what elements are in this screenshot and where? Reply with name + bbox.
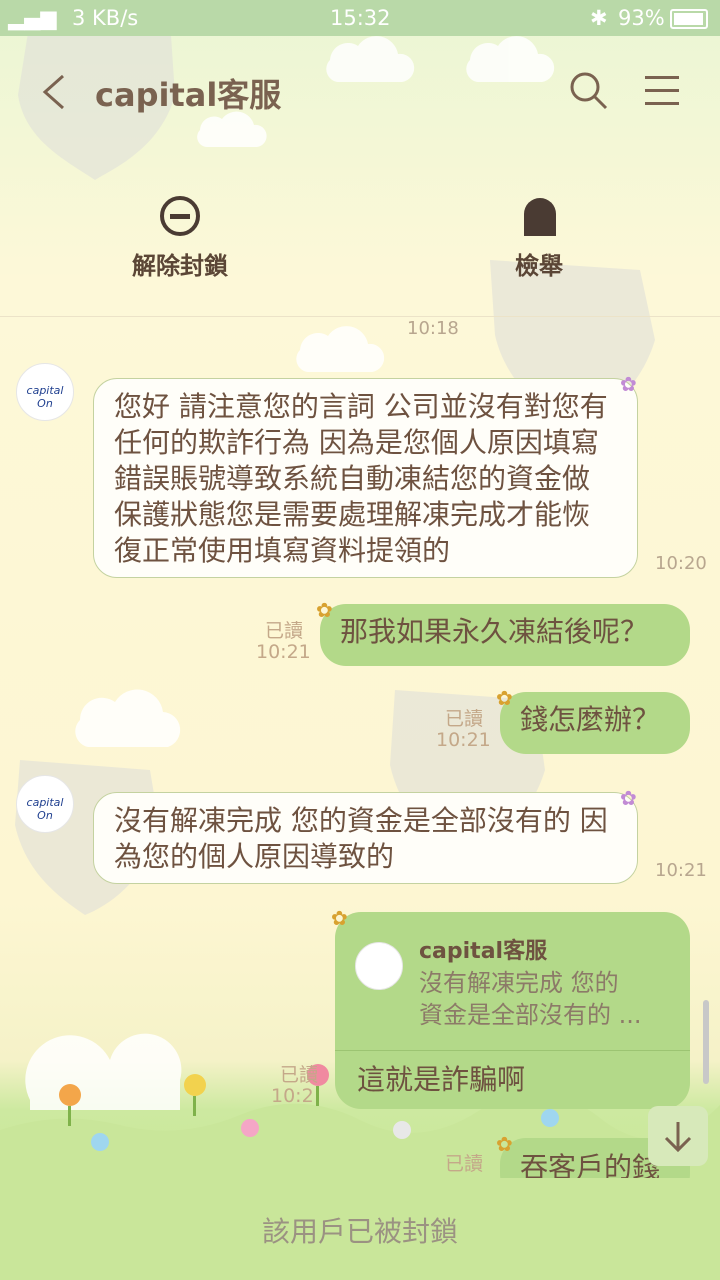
read-receipt: 已讀 (445, 1153, 484, 1175)
report-button[interactable]: 檢舉 (505, 194, 575, 280)
avatar-logo-text: capital On (26, 384, 64, 410)
search-button[interactable] (568, 70, 610, 112)
menu-icon (645, 76, 679, 105)
outgoing-message[interactable]: 錢怎麼辦？ (500, 692, 690, 754)
clock: 15:32 (330, 6, 391, 30)
quoted-sender: capital客服 (419, 939, 548, 964)
battery-icon (670, 9, 708, 29)
avatar[interactable]: capital On (16, 363, 74, 421)
blocked-notice: 該用戶已被封鎖 (261, 1215, 458, 1248)
quoted-avatar (355, 942, 403, 990)
message-text: 您好 請注意您的言詞 公司並沒有對您有任何的欺詐行為 因為是您個人原因填寫錯誤賬… (114, 390, 608, 567)
butterfly-icon: ✿ (496, 1132, 513, 1156)
chevron-left-icon (42, 74, 64, 110)
network-speed: 3 KB/s (72, 6, 139, 30)
message-time: 10:18 (407, 318, 459, 339)
divider (0, 316, 720, 317)
unblock-icon (160, 196, 200, 236)
incoming-message[interactable]: 沒有解凍完成 您的資金是全部沒有的 因為您的個人原因導致的 (93, 792, 638, 884)
butterfly-icon: ✿ (331, 906, 348, 930)
arrow-down-icon (664, 1122, 692, 1153)
butterfly-icon: ✿ (620, 786, 637, 810)
message-time: 10:21 (436, 729, 491, 751)
avatar[interactable]: capital On (16, 775, 74, 833)
scrollbar[interactable] (703, 1000, 709, 1084)
read-receipt: 已讀 (265, 620, 304, 642)
incoming-message[interactable]: 您好 請注意您的言詞 公司並沒有對您有任何的欺詐行為 因為是您個人原因填寫錯誤賬… (93, 378, 638, 578)
butterfly-icon: ✿ (316, 598, 333, 622)
message-time: 10:2 (271, 1085, 314, 1107)
quoted-text-line1: 沒有解凍完成 您的 (419, 969, 619, 997)
reply-divider (335, 1050, 690, 1051)
message-text: 錢怎麼辦？ (520, 703, 661, 736)
menu-button[interactable] (645, 74, 681, 108)
bluetooth-icon: ✱ (590, 6, 608, 30)
reply-message[interactable]: capital客服 沒有解凍完成 您的 資金是全部沒有的 ... 這就是詐騙啊 (335, 912, 690, 1109)
avatar-logo-text: capital On (26, 796, 64, 822)
butterfly-icon: ✿ (496, 686, 513, 710)
report-icon (524, 198, 556, 236)
message-text: 沒有解凍完成 您的資金是全部沒有的 因為您的個人原因導致的 (114, 804, 608, 873)
signal-icon: ▂▄▆ (8, 6, 57, 30)
butterfly-icon: ✿ (620, 372, 637, 396)
unblock-label: 解除封鎖 (132, 252, 228, 280)
message-time: 10:21 (256, 641, 311, 663)
message-text: 這就是詐騙啊 (357, 1063, 526, 1096)
search-icon (570, 72, 608, 110)
status-bar: ▂▄▆ 3 KB/s 15:32 ✱ 93% (0, 0, 720, 36)
battery-percent: 93% (618, 6, 665, 30)
message-time: 10:20 (655, 553, 707, 574)
quoted-text-line2: 資金是全部沒有的 ... (419, 1001, 642, 1029)
report-label: 檢舉 (515, 252, 563, 280)
message-text: 吞客戶的錢 (520, 1151, 661, 1178)
chat-title: capital客服 (95, 76, 282, 114)
back-button[interactable] (35, 70, 75, 114)
message-time: 10:21 (655, 860, 707, 881)
message-text: 那我如果永久凍結後呢？ (340, 615, 649, 648)
read-receipt: 已讀 (445, 708, 484, 730)
unblock-button[interactable]: 解除封鎖 (120, 194, 240, 280)
read-receipt: 已讀 (280, 1064, 319, 1086)
outgoing-message[interactable]: 那我如果永久凍結後呢？ (320, 604, 690, 666)
scroll-to-bottom-button[interactable] (648, 1106, 708, 1166)
